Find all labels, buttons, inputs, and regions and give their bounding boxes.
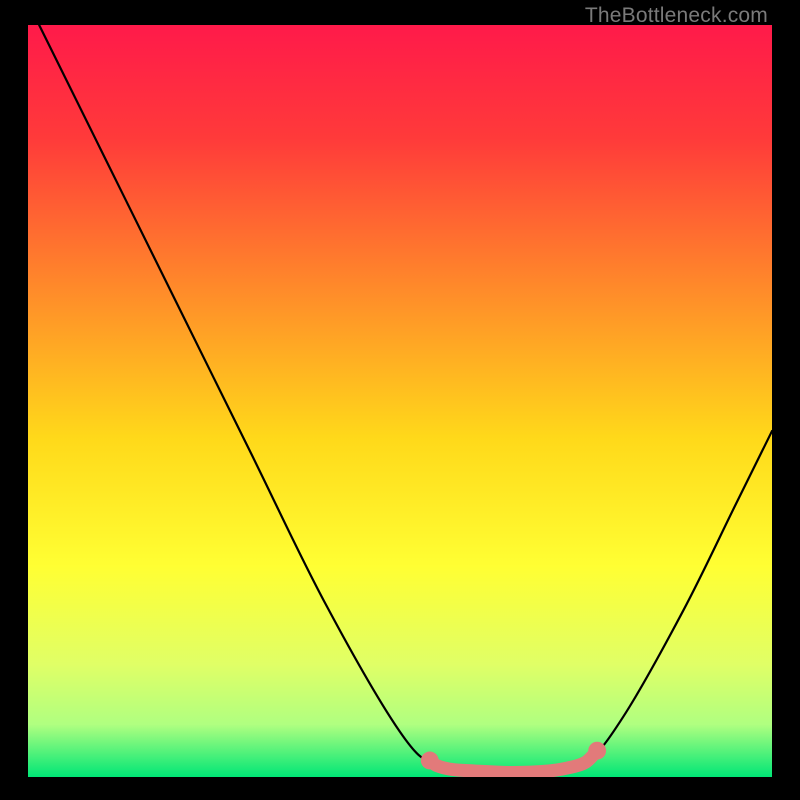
chart-frame xyxy=(28,25,772,777)
highlight-marker xyxy=(588,742,606,760)
chart-background xyxy=(28,25,772,777)
highlight-marker xyxy=(421,752,439,770)
bottleneck-chart xyxy=(28,25,772,777)
